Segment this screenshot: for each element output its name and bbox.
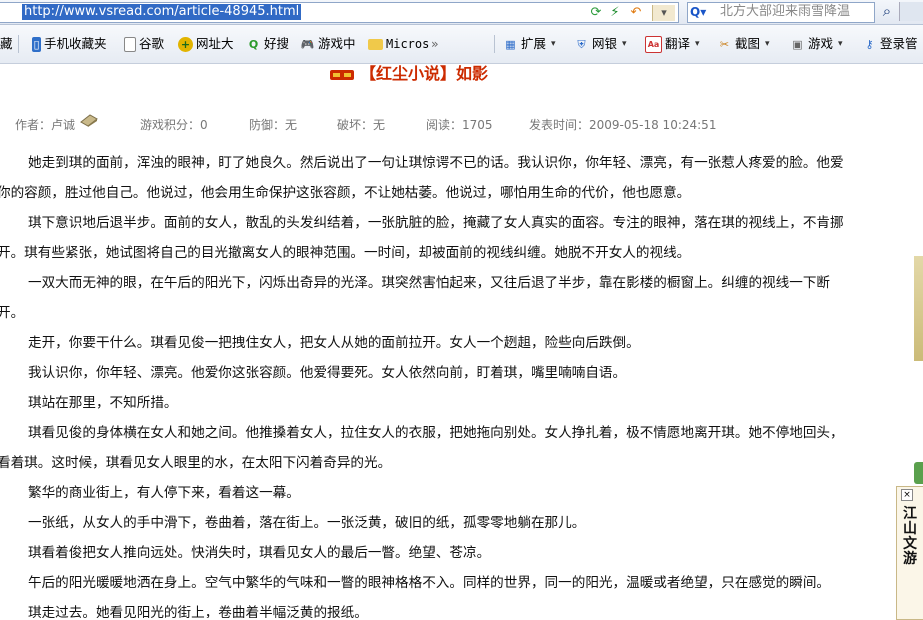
toolbar-item-screenshot[interactable]: ✂ 截图 ▾ [717,34,770,54]
game-points: 游戏积分：0 [140,118,208,132]
key-icon: ⚷ [865,37,874,51]
search-go-icon[interactable]: ⌕ [877,2,897,21]
toolbar-item-label: 网址大 [196,36,234,51]
break-stat: 破坏：无 [337,118,386,132]
toolbar-item-label: 登录管 [880,36,918,51]
article-line: 繁华的商业街上，有人停下来，看着这一幕。 [28,485,300,501]
toolbar-item-microsoft[interactable]: Micros [368,34,429,54]
chevron-down-icon: ▾ [695,39,700,49]
floating-side-widget[interactable]: × 江山文游 [896,486,923,620]
chevron-down-icon: ▾ [551,39,556,49]
url-field[interactable]: http://www.vsread.com/article-48945.html… [0,2,679,23]
side-green-tab[interactable] [914,462,923,484]
chevron-down-icon[interactable]: ▾ [652,5,675,21]
chevron-down-icon: ▾ [765,39,770,49]
article-line: 开。 [0,305,25,321]
address-bar: http://www.vsread.com/article-48945.html… [0,0,923,25]
article-line: 你的容颜，胜过他自己。他说过，他会用生命保护这张容颜，不让她枯萎。他说过，哪怕用… [0,185,691,201]
toolbar-item-games-center[interactable]: 🎮 游戏中 [300,34,356,54]
gamepad-icon: 🎮 [300,37,315,51]
toolbar-item-label: Micros [386,37,430,51]
article-line: 琪下意识地后退半步。面前的女人，散乱的头发纠结着，一张肮脏的脸，掩藏了女人真实的… [28,215,844,231]
refresh-icon[interactable]: ⟳ [588,5,604,21]
side-widget-text: 江山文游 [903,506,917,567]
article-line: 看着琪。这时候，琪看见女人眼里的水，在太阳下闪着奇异的光。 [0,455,392,471]
article-line: 开。琪有些紧张，她试图将自己的目光撤离女人的眼神范围。一时间，却被面前的视线纠缠… [0,245,691,261]
plus-circle-icon: + [178,36,193,52]
search-box[interactable]: Q▾ 北方大部迎来雨雪降温 [687,2,875,23]
folder-icon [368,38,383,50]
game-icon: ▣ [792,37,803,51]
read-count: 阅读：1705 [426,118,493,132]
search-q-icon: Q [248,37,259,51]
article-line: 午后的阳光暖暖地洒在身上。空气中繁华的气味和一瞥的眼神格格不入。同样的世界，同一… [28,575,831,591]
publish-time: 发表时间：2009-05-18 10:24:51 [529,118,717,132]
toolbar-item-label: 翻译 [665,36,691,51]
article-line: 一双大而无神的眼，在午后的阳光下，闪烁出奇异的光泽。琪突然害怕起来，又往后退了半… [28,275,831,291]
toolbar-separator [494,35,495,53]
url-text[interactable]: http://www.vsread.com/article-48945.html [22,4,302,20]
toolbar-item-label: 谷歌 [139,36,165,51]
grid-icon: ▦ [505,37,516,51]
toolbar-item-games[interactable]: ▣ 游戏 ▾ [790,34,843,54]
defense-stat: 防御：无 [249,118,298,132]
toolbar-item-extensions[interactable]: ▦ 扩展 ▾ [503,34,556,54]
toolbar-item-online-banking[interactable]: ⛨ 网银 ▾ [574,34,627,54]
toolbar-item-label: 游戏中 [318,36,356,51]
toolbar-item-label: 扩展 [521,36,547,51]
translate-icon: Aa [645,35,662,53]
toolbar-item-label: 藏 [0,36,13,51]
toolbar-item-favorites[interactable]: 藏 [0,34,13,54]
toolbar-item-mobile-favorites[interactable]: ▯ 手机收藏夹 [32,34,107,54]
chevron-down-icon: ▾ [622,39,627,49]
favorites-toolbar: 藏 ▯ 手机收藏夹 谷歌 + 网址大 Q 好搜 🎮 游戏中 Micros » ▦… [0,25,923,64]
page-icon [124,36,136,52]
article-line: 琪走过去。她看见阳光的街上，卷曲着半幅泛黄的报纸。 [28,605,368,618]
address-bar-extra [899,2,923,21]
article-line: 她走到琪的面前，浑浊的眼神，盯了她良久。然后说出了一句让琪惊谔不已的话。我认识你… [28,155,844,171]
article-line: 琪看见俊的身体横在女人和她之间。他推搡着女人，拉住女人的衣服，把她拖向别处。女人… [28,425,844,441]
side-banner [914,256,923,361]
article-line: 琪站在那里，不知所措。 [28,395,178,411]
article-line: 我认识你，你年轻、漂亮。他爱你这张容颜。他爱得要死。女人依然向前，盯着琪，嘴里喃… [28,365,627,381]
article-line: 琪看着俊把女人推向远处。快消失时，琪看见女人的最后一瞥。绝望、苍凉。 [28,545,491,561]
toolbar-separator [18,35,19,53]
toolbar-item-label: 截图 [735,36,761,51]
ribbon-icon [330,70,354,80]
phone-icon: ▯ [32,36,41,52]
chevron-down-icon: ▾ [838,39,843,49]
page-content: 【红尘小说】如影 作者： 卢诚 游戏积分：0 防御：无 破坏：无 阅读：1705… [0,64,923,618]
toolbar-overflow-chevron[interactable]: » [431,34,439,54]
author-label: 作者： [15,118,52,132]
toolbar-item-label: 好搜 [264,36,290,51]
toolbar-item-haosou[interactable]: Q 好搜 [246,34,289,54]
chevron-right-icon: » [431,36,439,51]
shield-icon: ⛨ [577,37,586,51]
toolbar-item-url-directory[interactable]: + 网址大 [178,34,234,54]
book-icon [80,114,98,127]
toolbar-item-label: 游戏 [808,36,834,51]
article-body: 她走到琪的面前，浑浊的眼神，盯了她良久。然后说出了一句让琪惊谔不已的话。我认识你… [0,148,880,618]
search-engine-icon[interactable]: Q▾ [690,4,718,20]
toolbar-item-label: 手机收藏夹 [44,36,107,51]
lightning-icon[interactable]: ⚡ [607,5,623,21]
author-link[interactable]: 卢诚 [51,116,75,133]
toolbar-item-label: 网银 [592,36,618,51]
article-line: 一张纸，从女人的手中滑下，卷曲着，落在街上。一张泛黄，破旧的纸，孤零零地躺在那儿… [28,515,586,531]
article-title: 【红尘小说】如影 [360,64,489,83]
article-line: 走开，你要干什么。琪看见俊一把拽住女人，把女人从她的面前拉开。女人一个趔趄，险些… [28,335,640,351]
scissors-icon: ✂ [719,37,730,51]
toolbar-item-google[interactable]: 谷歌 [124,34,164,54]
undo-icon[interactable]: ↶ [628,5,644,21]
toolbar-item-login-manager[interactable]: ⚷ 登录管 [862,34,918,54]
toolbar-item-translate[interactable]: Aa 翻译 ▾ [645,34,700,54]
close-icon[interactable]: × [901,489,913,501]
search-input[interactable]: 北方大部迎来雨雪降温 [720,4,850,20]
